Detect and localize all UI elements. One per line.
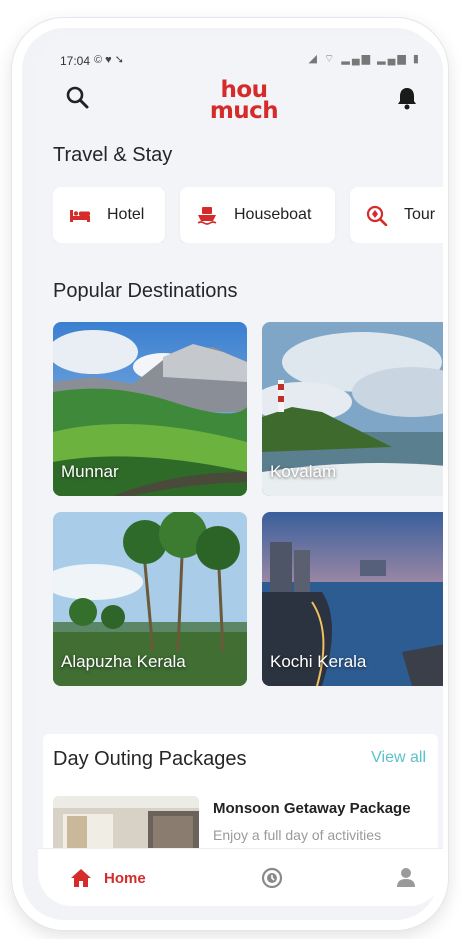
status-system-icons: ◢ ⌔ ▂▄▆ ▂▄▆ ▮ — [308, 53, 421, 65]
app-logo[interactable]: hou much — [204, 79, 284, 124]
category-houseboat[interactable]: Houseboat — [180, 187, 335, 243]
category-label: Hotel — [107, 206, 145, 223]
bed-icon — [69, 204, 91, 226]
bell-icon[interactable] — [393, 84, 421, 112]
destinations-section-title: Popular Destinations — [53, 280, 238, 302]
category-row: Hotel Houseboat Tour — [53, 187, 443, 243]
logo-line-2: much — [209, 98, 279, 124]
category-hotel[interactable]: Hotel — [53, 187, 165, 243]
status-time: 17:04 — [60, 54, 91, 68]
package-name[interactable]: Monsoon Getaway Package — [213, 800, 411, 817]
destination-label: Munnar — [61, 462, 119, 481]
destination-label: Kochi Kerala — [270, 652, 367, 671]
profile-icon[interactable] — [394, 865, 418, 889]
tour-icon — [366, 204, 388, 226]
status-notification-icons: © ♥ ➘ — [94, 54, 124, 66]
destination-card-munnar[interactable]: Munnar — [53, 322, 247, 496]
nav-home[interactable]: Home — [70, 867, 146, 889]
destination-label: Kovalam — [270, 462, 337, 481]
category-label: Tour — [404, 206, 436, 223]
destination-card-kovalam[interactable]: Kovalam — [262, 322, 443, 496]
status-bar: 17:04 © ♥ ➘ ◢ ⌔ ▂▄▆ ▂▄▆ ▮ — [38, 36, 443, 78]
category-tour[interactable]: Tour — [350, 187, 443, 243]
package-image[interactable] — [53, 796, 199, 856]
search-icon[interactable] — [64, 84, 92, 112]
view-all-link[interactable]: View all — [371, 749, 426, 767]
destination-card-kochi[interactable]: Kochi Kerala — [262, 512, 443, 686]
nav-home-label: Home — [104, 869, 146, 887]
history-icon[interactable] — [260, 866, 284, 890]
travel-section-title: Travel & Stay — [53, 144, 173, 166]
home-icon — [70, 867, 92, 889]
bottom-navigation: Home — [38, 848, 443, 906]
boat-icon — [196, 204, 218, 226]
category-label: Houseboat — [234, 206, 312, 223]
packages-section-title: Day Outing Packages — [53, 748, 247, 770]
app-screen: 17:04 © ♥ ➘ ◢ ⌔ ▂▄▆ ▂▄▆ ▮ hou much Trave… — [38, 36, 443, 906]
destination-card-alapuzha[interactable]: Alapuzha Kerala — [53, 512, 247, 686]
destination-grid: Munnar Kovalam Alapuzha Kerala Kochi Ker… — [53, 322, 443, 687]
destination-label: Alapuzha Kerala — [61, 652, 186, 671]
package-description: Enjoy a full day of activities — [213, 827, 382, 843]
